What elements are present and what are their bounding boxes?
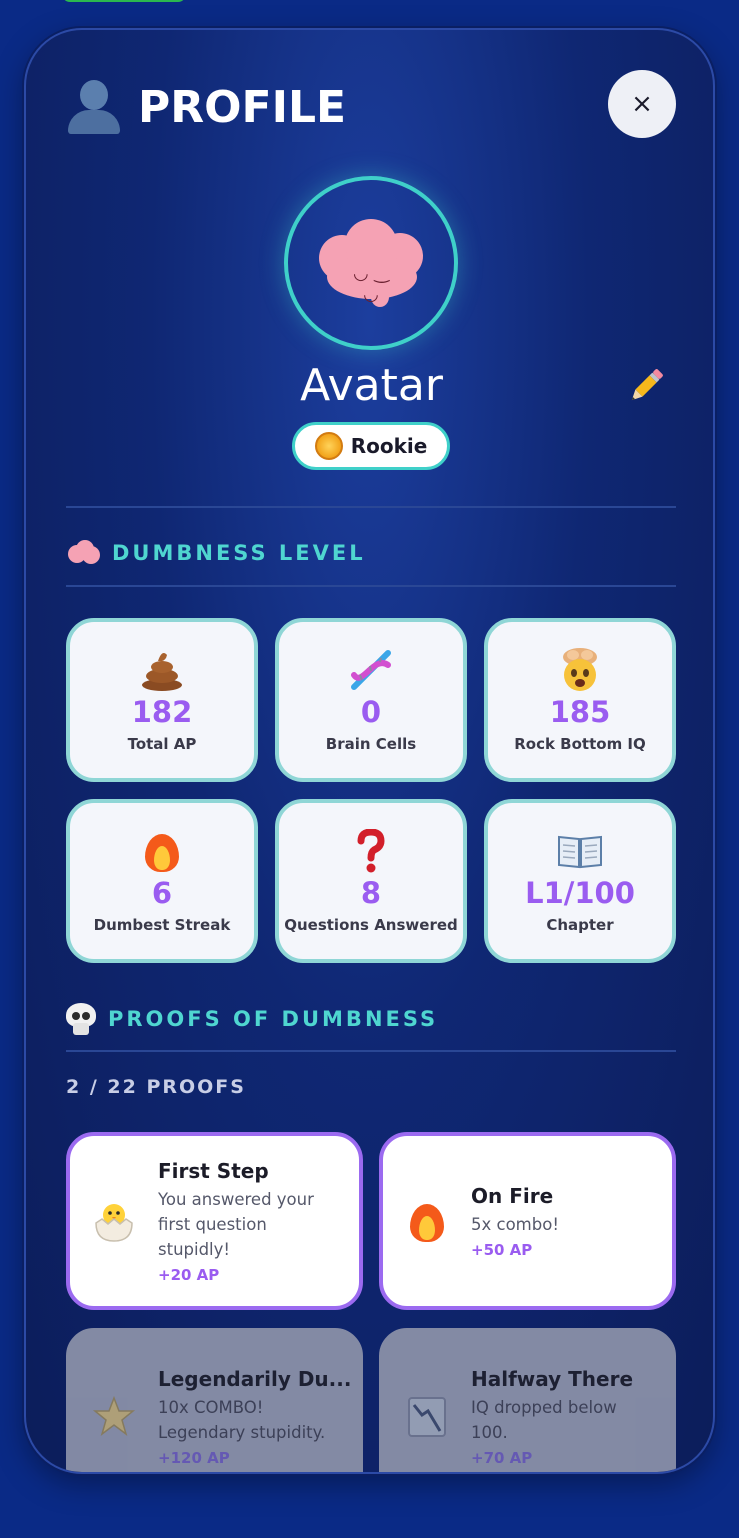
pencil-icon[interactable] xyxy=(624,364,668,408)
avatar[interactable]: ◡ ‿ ◡ xyxy=(284,176,458,350)
stat-label: Questions Answered xyxy=(284,916,458,934)
avatar-name: Avatar xyxy=(300,360,443,411)
stat-card-rock-bottom-iq: 185 Rock Bottom IQ xyxy=(484,618,676,782)
top-decoration xyxy=(62,0,186,2)
chart-down-icon xyxy=(401,1391,453,1443)
proof-description: IQ dropped below 100. xyxy=(471,1398,617,1442)
proof-card-legendarily-dumb[interactable]: Legendarily Du... 10x COMBO! Legendary s… xyxy=(66,1328,363,1472)
proof-title: First Step xyxy=(158,1158,269,1183)
hatching-chick-icon xyxy=(88,1195,140,1247)
close-button[interactable]: × xyxy=(608,70,676,138)
proofs-count: 2 / 22 PROOFS xyxy=(66,1076,246,1098)
proof-reward: +120 AP xyxy=(158,1449,230,1467)
profile-panel: PROFILE × ◡ ‿ ◡ Avatar Rookie DUMBNESS L… xyxy=(24,28,715,1474)
stat-label: Dumbest Streak xyxy=(93,916,231,934)
stat-card-brain-cells: 0 Brain Cells xyxy=(275,618,467,782)
stat-value: 8 xyxy=(360,876,382,910)
stat-label: Rock Bottom IQ xyxy=(514,735,646,753)
proof-reward: +50 AP xyxy=(471,1240,533,1259)
proof-card-on-fire[interactable]: On Fire 5x combo! +50 AP xyxy=(379,1132,676,1310)
stat-card-chapter: L1/100 Chapter xyxy=(484,799,676,963)
rank-medal-icon xyxy=(314,432,343,460)
stat-card-questions-answered: 8 Questions Answered xyxy=(275,799,467,963)
exploding-head-icon xyxy=(557,647,603,693)
star-icon xyxy=(88,1391,140,1443)
close-icon: × xyxy=(631,89,653,119)
question-mark-icon xyxy=(348,828,394,874)
rank-badge: Rookie xyxy=(292,422,450,470)
proof-reward: +20 AP xyxy=(158,1265,220,1284)
proof-description: 5x combo! xyxy=(471,1214,559,1234)
stat-value: 0 xyxy=(360,695,382,729)
stat-value: L1/100 xyxy=(525,876,635,910)
stats-grid: 182 Total AP 0 Brain Cells 185 Rock Bott… xyxy=(66,618,676,963)
proof-title: Legendarily Du... xyxy=(158,1367,352,1391)
fire-icon xyxy=(401,1195,453,1247)
user-silhouette-icon xyxy=(66,80,122,134)
open-book-icon xyxy=(557,828,603,874)
proof-card-halfway-there[interactable]: Halfway There IQ dropped below 100. +70 … xyxy=(379,1328,676,1472)
stat-value: 182 xyxy=(131,695,193,729)
stat-card-total-ap: 182 Total AP xyxy=(66,618,258,782)
divider xyxy=(66,585,676,587)
proof-title: Halfway There xyxy=(471,1367,634,1391)
profile-header: PROFILE xyxy=(66,80,346,134)
stat-value: 185 xyxy=(549,695,611,729)
poop-icon xyxy=(139,647,185,693)
proof-description: You answered your first question stupidl… xyxy=(158,1189,314,1259)
rank-label: Rookie xyxy=(350,434,428,458)
dumbness-level-heading: DUMBNESS LEVEL xyxy=(66,536,366,570)
skull-icon xyxy=(66,1003,96,1035)
proofs-heading: PROOFS OF DUMBNESS xyxy=(66,1002,438,1036)
stat-label: Chapter xyxy=(546,916,614,934)
stat-label: Brain Cells xyxy=(325,735,417,753)
proofs-grid: First Step You answered your first quest… xyxy=(66,1132,676,1472)
proof-reward: +70 AP xyxy=(471,1449,533,1467)
fire-icon xyxy=(139,828,185,874)
dna-icon xyxy=(348,647,394,693)
stat-card-dumbest-streak: 6 Dumbest Streak xyxy=(66,799,258,963)
section-title-level: DUMBNESS LEVEL xyxy=(112,541,366,565)
divider xyxy=(66,506,676,508)
brain-icon: ◡ ‿ ◡ xyxy=(313,215,429,311)
brain-icon xyxy=(66,539,100,567)
proof-description: 10x COMBO! Legendary stupidity. xyxy=(158,1398,326,1442)
proof-card-first-step[interactable]: First Step You answered your first quest… xyxy=(66,1132,363,1310)
proof-title: On Fire xyxy=(471,1183,554,1208)
section-title-proofs: PROOFS OF DUMBNESS xyxy=(108,1007,439,1031)
page-title: PROFILE xyxy=(138,81,347,133)
stat-value: 6 xyxy=(151,876,173,910)
divider xyxy=(66,1050,676,1052)
stat-label: Total AP xyxy=(127,735,197,753)
